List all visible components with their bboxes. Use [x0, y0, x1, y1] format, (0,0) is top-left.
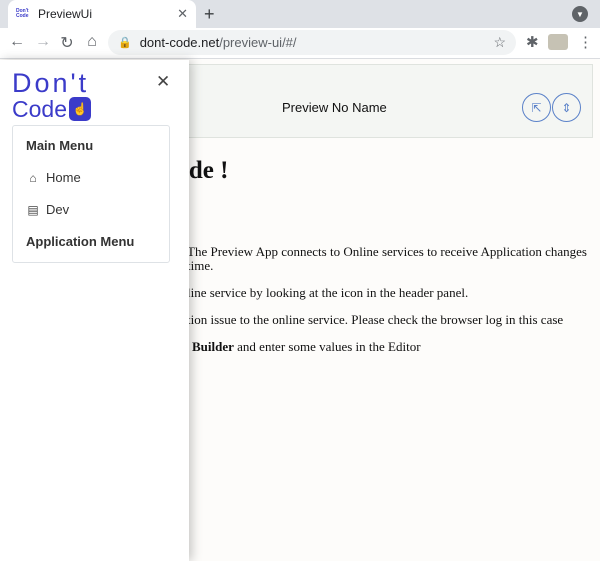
document-icon: ▤: [27, 202, 39, 217]
reload-icon[interactable]: ↻: [58, 33, 76, 53]
tab-close-icon[interactable]: ✕: [177, 6, 188, 22]
sidebar-item-home[interactable]: ⌂ Home: [26, 170, 81, 185]
lock-icon: 🔒: [118, 37, 132, 49]
browser-tabstrip: Don't Code PreviewUi ✕ + ▼: [0, 0, 600, 28]
pointer-hand-icon: ☝: [68, 97, 91, 121]
builder-instruction: Builder and enter some values in the Edi…: [192, 339, 421, 354]
url-text: dont-code.net/preview-ui/#/: [139, 35, 297, 50]
online-service-hint: line service by looking at the icon in t…: [187, 285, 469, 300]
sidebar-item-dev[interactable]: ▤ Dev: [26, 202, 69, 217]
expand-collapse-icon[interactable]: ⇕: [552, 93, 581, 122]
profile-avatar[interactable]: [548, 34, 568, 50]
sidebar-item-label: Home: [46, 170, 81, 185]
address-bar[interactable]: 🔒 dont-code.net/preview-ui/#/ ☆: [108, 30, 516, 55]
application-menu-heading: Application Menu: [26, 234, 135, 249]
forward-icon[interactable]: →: [34, 33, 52, 51]
intro-line-1: The Preview App connects to Online servi…: [187, 244, 587, 259]
app-favicon-icon: Don't Code: [16, 8, 29, 19]
menu-card: Main Menu ⌂ Home ▤ Dev Application Menu: [12, 125, 170, 263]
sidebar-item-label: Dev: [46, 202, 70, 217]
tab-title: PreviewUi: [38, 7, 93, 21]
preview-title: Preview No Name: [282, 100, 387, 115]
connection-issue-hint: tion issue to the online service. Please…: [187, 312, 564, 327]
browser-tab[interactable]: Don't Code PreviewUi ✕: [8, 0, 196, 28]
close-sidebar-icon[interactable]: ✕: [156, 72, 170, 92]
home-browser-icon[interactable]: ⌂: [83, 33, 101, 51]
sidebar: Don't Code ☝ ✕ Main Menu ⌂ Home ▤ Dev App…: [0, 60, 189, 561]
browser-more-icon[interactable]: ⋮: [578, 33, 593, 51]
new-tab-icon[interactable]: +: [204, 4, 215, 25]
intro-line-2: time.: [187, 258, 214, 273]
open-external-icon[interactable]: ⇱: [522, 93, 551, 122]
browser-toolbar: ← → ↻ ⌂ 🔒 dont-code.net/preview-ui/#/ ☆ …: [0, 28, 600, 59]
home-icon: ⌂: [29, 170, 37, 185]
extensions-puzzle-icon[interactable]: ✱: [526, 33, 539, 51]
browser-menu-dropdown-icon[interactable]: ▼: [572, 6, 588, 22]
bookmark-star-icon[interactable]: ☆: [493, 34, 506, 51]
back-icon[interactable]: ←: [8, 33, 26, 51]
main-menu-heading: Main Menu: [26, 138, 94, 153]
dontcode-logo: Don't Code ☝: [12, 68, 91, 122]
